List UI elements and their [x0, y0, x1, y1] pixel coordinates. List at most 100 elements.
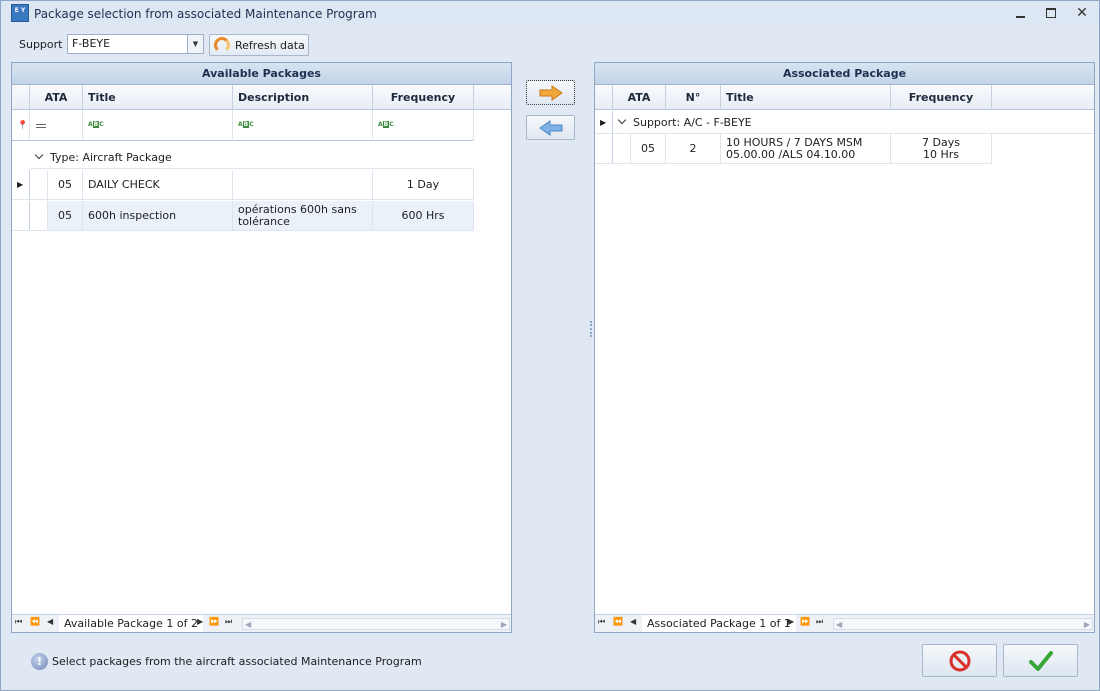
- horizontal-scrollbar[interactable]: ◀ ▶: [833, 618, 1093, 630]
- add-package-button[interactable]: [526, 80, 575, 105]
- group-label: Support: A/C - F-BEYE: [633, 116, 752, 129]
- filter-description[interactable]: ABC: [233, 110, 373, 141]
- last-page-icon[interactable]: ⏭: [225, 617, 232, 627]
- chevron-down-icon[interactable]: ▼: [187, 35, 203, 53]
- row-indicator: ▶: [12, 170, 30, 199]
- chevron-down-icon[interactable]: [34, 150, 44, 160]
- arrow-left-icon: [538, 119, 562, 136]
- close-icon[interactable]: ✕: [1073, 5, 1091, 21]
- group-row-support[interactable]: ▶ Support: A/C - F-BEYE: [595, 111, 1094, 134]
- row-pointer-icon: ▶: [17, 180, 24, 189]
- prev-page-icon[interactable]: ⏪: [613, 617, 623, 626]
- description-line-2: tolérance: [238, 214, 290, 228]
- maximize-icon[interactable]: [1042, 5, 1060, 21]
- chevron-down-icon[interactable]: [617, 115, 627, 125]
- cell-title: DAILY CHECK: [83, 170, 233, 199]
- available-filter-row: 📍 ABC ABC ABC: [12, 110, 474, 141]
- support-value: F-BEYE: [72, 37, 111, 50]
- cell-frequency: 7 Days 10 Hrs: [891, 134, 992, 163]
- row-indicator: [595, 134, 613, 163]
- text-filter-icon: ABC: [378, 121, 394, 128]
- filter-title[interactable]: ABC: [83, 110, 233, 141]
- available-packages-panel: Available Packages ATA Title Description…: [11, 62, 512, 633]
- cell-ata: 05: [48, 170, 83, 199]
- next-page-icon[interactable]: ⏩: [800, 617, 810, 626]
- panel-splitter[interactable]: [590, 321, 592, 337]
- available-navigator: ⏮ ⏪ ◀ Available Package 1 of 2 ▶ ⏩ ⏭ ◀ ▶: [12, 614, 511, 632]
- filter-frequency[interactable]: ABC: [373, 110, 474, 141]
- table-row[interactable]: ▶ 05 DAILY CHECK 1 Day: [12, 170, 474, 200]
- scroll-right-icon[interactable]: ▶: [501, 620, 507, 629]
- next-record-icon[interactable]: ▶: [197, 617, 203, 626]
- refresh-data-button[interactable]: Refresh data: [209, 34, 309, 56]
- column-header-ata[interactable]: ATA: [30, 85, 83, 110]
- window-title: Package selection from associated Mainte…: [34, 7, 377, 21]
- prohibited-icon: [949, 650, 970, 671]
- available-grid-header: ATA Title Description Frequency: [12, 85, 511, 110]
- row-indent: [30, 201, 48, 230]
- refresh-icon: [214, 37, 230, 53]
- info-message: Select packages from the aircraft associ…: [52, 655, 422, 668]
- column-header-frequency[interactable]: Frequency: [373, 85, 474, 110]
- associated-package-header: Associated Package: [595, 63, 1094, 85]
- scroll-left-icon[interactable]: ◀: [836, 620, 842, 629]
- associated-package-panel: Associated Package ATA N° Title Frequenc…: [594, 62, 1095, 633]
- checkmark-icon: [1028, 650, 1053, 671]
- cell-ata: 05: [631, 134, 666, 163]
- next-record-icon[interactable]: ▶: [788, 617, 794, 626]
- prev-record-icon[interactable]: ◀: [630, 617, 636, 626]
- row-indent: [613, 134, 631, 163]
- refresh-data-label: Refresh data: [235, 38, 305, 52]
- remove-package-button[interactable]: [526, 115, 575, 140]
- available-nav-label: Available Package 1 of 2: [59, 615, 203, 632]
- pin-icon: 📍: [17, 121, 29, 131]
- cell-description: opérations 600h sans tolérance: [233, 201, 373, 230]
- associated-nav-label: Associated Package 1 of 1: [642, 615, 796, 632]
- prev-record-icon[interactable]: ◀: [47, 617, 53, 626]
- next-page-icon[interactable]: ⏩: [209, 617, 219, 626]
- minimize-icon[interactable]: [1011, 5, 1029, 21]
- support-label: Support: [19, 38, 63, 51]
- available-packages-header: Available Packages: [12, 63, 511, 85]
- equals-icon: [36, 124, 46, 128]
- cell-frequency: 600 Hrs: [373, 201, 474, 230]
- column-header-frequency[interactable]: Frequency: [891, 85, 992, 110]
- filter-row-indicator: 📍: [12, 110, 30, 141]
- row-indent: [30, 170, 48, 199]
- ok-button[interactable]: [1003, 644, 1078, 677]
- filter-ata[interactable]: [30, 110, 83, 141]
- horizontal-scrollbar[interactable]: ◀ ▶: [242, 618, 510, 630]
- text-filter-icon: ABC: [88, 121, 104, 128]
- first-page-icon[interactable]: ⏮: [598, 617, 605, 627]
- group-label: Type: Aircraft Package: [50, 151, 172, 164]
- description-line-1: opérations 600h sans: [238, 202, 357, 216]
- scroll-left-icon[interactable]: ◀: [245, 620, 251, 629]
- first-page-icon[interactable]: ⏮: [15, 617, 22, 627]
- column-header-description[interactable]: Description: [233, 85, 373, 110]
- dialog-window: E Y Package selection from associated Ma…: [0, 0, 1100, 691]
- row-indicator: [12, 201, 30, 230]
- row-indicator-header: [595, 85, 613, 110]
- last-page-icon[interactable]: ⏭: [816, 617, 823, 627]
- column-header-title[interactable]: Title: [721, 85, 891, 110]
- table-row[interactable]: 05 2 10 HOURS / 7 DAYS MSM 05.00.00 /ALS…: [595, 134, 992, 164]
- row-indicator-header: [12, 85, 30, 110]
- column-header-number[interactable]: N°: [666, 85, 721, 110]
- cancel-button[interactable]: [922, 644, 997, 677]
- row-pointer-icon: ▶: [600, 118, 607, 127]
- group-row-aircraft-package[interactable]: Type: Aircraft Package: [30, 146, 474, 169]
- support-dropdown[interactable]: F-BEYE ▼: [67, 34, 204, 54]
- prev-page-icon[interactable]: ⏪: [30, 617, 40, 626]
- table-row[interactable]: 05 600h inspection opérations 600h sans …: [12, 201, 474, 231]
- cell-description: [233, 170, 373, 199]
- text-filter-icon: ABC: [238, 121, 254, 128]
- app-logo-icon: E Y: [11, 4, 29, 22]
- frequency-line-2: 10 Hrs: [922, 147, 960, 161]
- title-bar: E Y Package selection from associated Ma…: [1, 1, 1099, 26]
- scroll-right-icon[interactable]: ▶: [1084, 620, 1090, 629]
- column-header-title[interactable]: Title: [83, 85, 233, 110]
- cell-title: 10 HOURS / 7 DAYS MSM 05.00.00 /ALS 04.1…: [721, 134, 891, 163]
- info-icon: !: [31, 653, 48, 670]
- cell-ata: 05: [48, 201, 83, 230]
- column-header-ata[interactable]: ATA: [613, 85, 666, 110]
